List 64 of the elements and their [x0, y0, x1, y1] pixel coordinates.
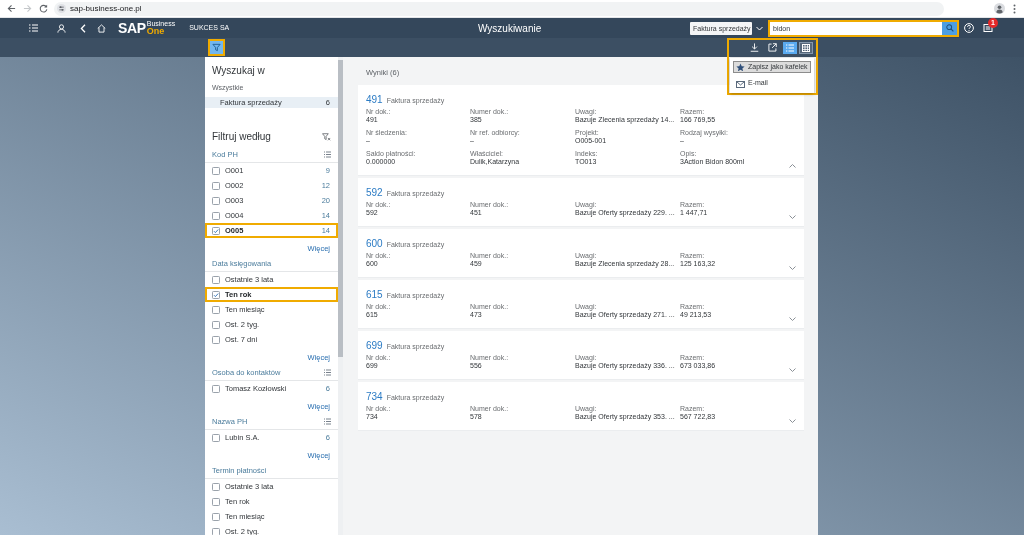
- list-view-button[interactable]: [783, 41, 797, 54]
- document-link[interactable]: 615: [366, 289, 383, 301]
- sliders-icon[interactable]: [57, 4, 66, 13]
- search-button[interactable]: [942, 21, 957, 35]
- checkbox[interactable]: [212, 196, 220, 205]
- document-link[interactable]: 699: [366, 340, 383, 352]
- checkbox[interactable]: [212, 166, 220, 175]
- chevron-down-icon[interactable]: [789, 368, 796, 372]
- star-icon: [736, 63, 745, 71]
- checkbox[interactable]: [212, 211, 220, 220]
- checkbox[interactable]: [212, 482, 220, 491]
- chevron-up-icon[interactable]: [789, 164, 796, 168]
- back-icon[interactable]: [80, 23, 86, 33]
- scrollbar-thumb[interactable]: [338, 60, 343, 357]
- checkbox[interactable]: [212, 226, 220, 235]
- address-bar[interactable]: sap-business-one.pl: [54, 1, 944, 16]
- chevron-down-icon[interactable]: [789, 419, 796, 423]
- download-icon[interactable]: [750, 43, 759, 52]
- checkbox[interactable]: [212, 433, 220, 442]
- page-title: Wyszukiwanie: [478, 21, 542, 36]
- clear-filter-icon[interactable]: [322, 132, 331, 141]
- chevron-down-icon[interactable]: [789, 215, 796, 219]
- profile-icon[interactable]: [994, 3, 1005, 14]
- checkbox[interactable]: [212, 275, 220, 284]
- menu-icon[interactable]: [29, 24, 38, 32]
- document-link[interactable]: 491: [366, 94, 383, 106]
- list-icon[interactable]: [324, 418, 331, 426]
- user-icon[interactable]: [57, 23, 66, 33]
- more-icon[interactable]: [1013, 3, 1016, 14]
- home-icon[interactable]: [97, 23, 106, 33]
- checkbox[interactable]: [212, 384, 220, 393]
- document-link[interactable]: 734: [366, 391, 383, 403]
- checkbox[interactable]: [212, 181, 220, 190]
- filter-icon: [212, 43, 221, 52]
- checkbox[interactable]: [212, 305, 220, 314]
- help-icon[interactable]: [964, 23, 974, 33]
- panel-heading: Filtruj według: [212, 130, 271, 144]
- list-box-icon[interactable]: [983, 23, 993, 33]
- envelope-icon: [736, 79, 745, 88]
- reload-icon[interactable]: [39, 4, 48, 13]
- back-arrow-icon[interactable]: [7, 4, 16, 13]
- external-link-icon[interactable]: [768, 43, 777, 52]
- checkbox[interactable]: [212, 335, 220, 344]
- logo-caption: One: [146, 27, 166, 36]
- chevron-down-icon: [756, 25, 763, 31]
- document-link[interactable]: 600: [366, 238, 383, 250]
- chevron-down-icon[interactable]: [789, 266, 796, 270]
- chevron-down-icon[interactable]: [789, 317, 796, 321]
- search-icon: [945, 24, 954, 32]
- document-link[interactable]: 592: [366, 187, 383, 199]
- checkbox[interactable]: [212, 527, 220, 535]
- filter-button[interactable]: [208, 39, 225, 56]
- list-icon[interactable]: [324, 369, 331, 377]
- logo-wordmark: SAP: [118, 21, 146, 35]
- table-view-button[interactable]: [799, 41, 813, 54]
- checkbox[interactable]: [212, 320, 220, 329]
- checkbox[interactable]: [212, 512, 220, 521]
- forward-arrow-icon[interactable]: [23, 4, 32, 13]
- grid-icon: [802, 43, 810, 52]
- checkbox[interactable]: [212, 497, 220, 506]
- checkbox[interactable]: [212, 290, 220, 299]
- panel-heading: Wyszukaj w: [212, 64, 265, 77]
- list-icon[interactable]: [324, 151, 331, 159]
- list-icon: [786, 43, 794, 52]
